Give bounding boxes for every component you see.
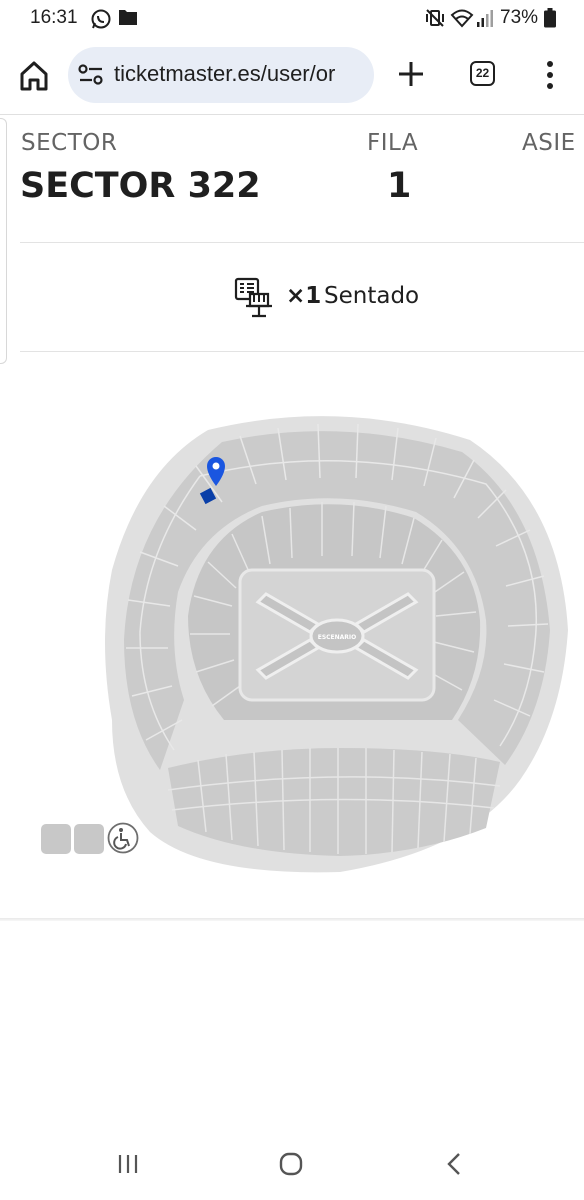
tab-count: 22 (475, 66, 490, 80)
sector-value: SECTOR 322 (20, 166, 261, 206)
card-edge (0, 118, 7, 364)
separator (20, 242, 584, 243)
recents-icon[interactable] (114, 1150, 142, 1178)
system-nav-bar (0, 1136, 584, 1200)
browser-toolbar: ticketmaster.es/user/or 22 (0, 36, 584, 112)
battery-icon (544, 8, 556, 28)
card-bottom-edge (0, 918, 584, 921)
south-stand (168, 748, 500, 856)
row-label: FILA (367, 130, 419, 156)
tabs-icon[interactable]: 22 (470, 61, 495, 86)
home-icon[interactable] (14, 56, 54, 96)
seated-icon (234, 277, 272, 318)
ticket-quantity: ×1 (286, 283, 322, 309)
legend-swatch (41, 824, 71, 854)
stage-label: ESCENARIO (318, 634, 357, 641)
stadium-map-svg: ESCENARIO (105, 416, 568, 873)
more-vert-icon[interactable] (538, 58, 562, 92)
seat-label: ASIE (522, 130, 576, 156)
status-time: 16:31 (30, 7, 78, 28)
url-text: ticketmaster.es/user/or (114, 61, 336, 86)
home-circle-icon[interactable] (277, 1150, 305, 1178)
mute-vibrate-icon (426, 9, 444, 27)
seat-type-label: Sentado (324, 283, 420, 309)
folder-icon (119, 10, 137, 25)
signal-icon (477, 10, 493, 27)
toolbar-divider (0, 114, 584, 115)
whatsapp-icon (91, 9, 111, 29)
stadium-map: ESCENARIO (0, 380, 584, 900)
address-bar[interactable]: ticketmaster.es/user/or (68, 47, 374, 103)
battery-percent: 73% (500, 7, 539, 28)
wifi-icon (450, 9, 474, 28)
sector-label: SECTOR (21, 130, 118, 156)
back-icon[interactable] (441, 1150, 469, 1178)
row-value: 1 (387, 166, 412, 206)
wheelchair-icon (107, 822, 139, 854)
site-settings-icon[interactable] (78, 63, 104, 87)
status-bar: 16:31 73% (0, 0, 584, 36)
plus-icon[interactable] (393, 56, 429, 92)
separator (20, 351, 584, 352)
legend-swatch (74, 824, 104, 854)
